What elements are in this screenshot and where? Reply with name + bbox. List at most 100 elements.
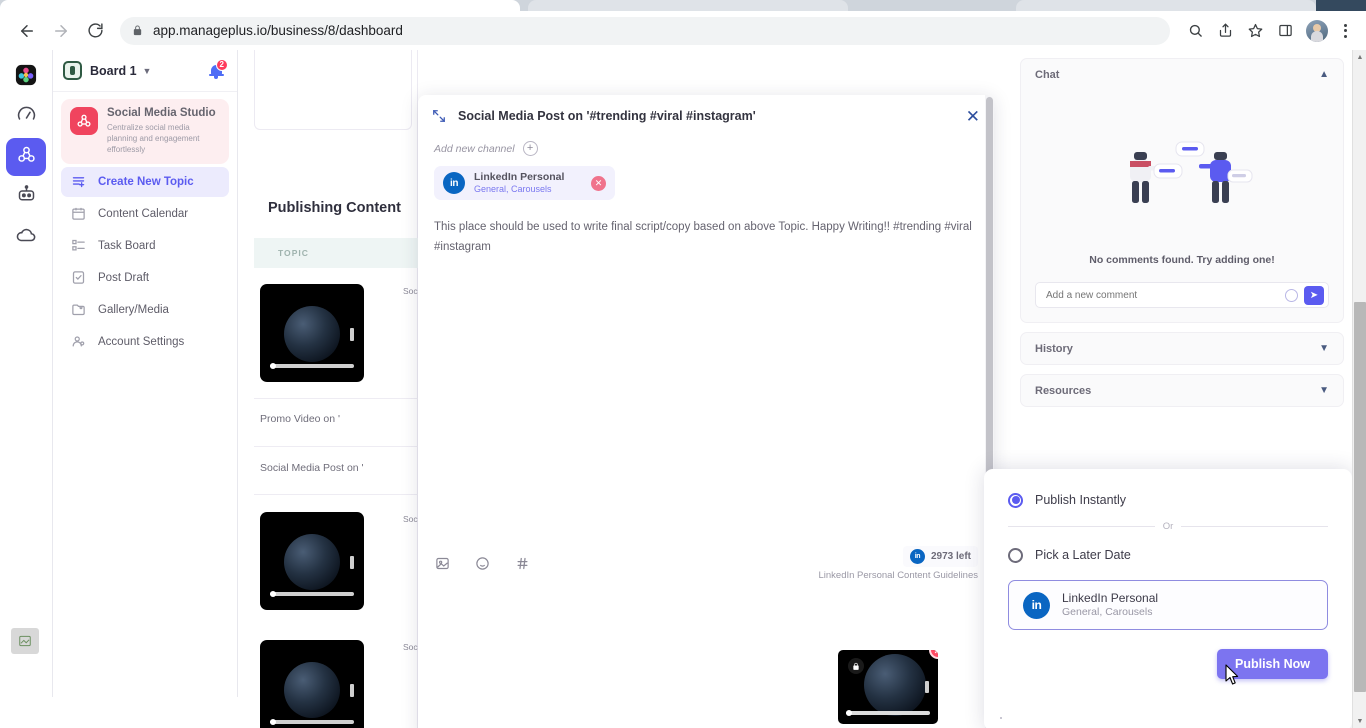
popover-channel-linkedin[interactable]: in LinkedIn Personal General, Carousels xyxy=(1008,580,1328,630)
close-icon[interactable]: ✕ xyxy=(966,108,980,125)
page-scrollbar-thumb[interactable] xyxy=(1354,302,1366,692)
send-icon[interactable]: ➤ xyxy=(1304,285,1324,305)
sidebar-item-label: Create New Topic xyxy=(98,175,194,188)
star-icon[interactable] xyxy=(1240,16,1270,46)
scrollbar-up-arrow-icon[interactable]: ▲ xyxy=(1353,50,1366,64)
video-thumbnail[interactable] xyxy=(260,284,364,382)
side-panel-icon[interactable] xyxy=(1270,16,1300,46)
chevron-up-icon[interactable]: ▲ xyxy=(1319,69,1329,80)
sidebar-item-account-settings[interactable]: Account Settings xyxy=(61,327,229,357)
emoji-icon[interactable] xyxy=(1285,288,1298,302)
modal-header: Social Media Post on '#trending #viral #… xyxy=(418,95,994,137)
chat-body: No comments found. Try adding one! ➤ xyxy=(1021,90,1343,322)
post-editor-body[interactable]: This place should be used to write final… xyxy=(418,200,994,257)
image-icon[interactable] xyxy=(434,555,450,571)
rail-item-app-logo[interactable] xyxy=(6,58,46,96)
editor-toolbar: in 2973 left LinkedIn Personal Content G… xyxy=(434,546,978,581)
hashtag-icon[interactable] xyxy=(514,555,530,571)
channel-selector-area: Add new channel + in LinkedIn Personal G… xyxy=(418,137,994,200)
page-scrollbar[interactable]: ▲ ▼ xyxy=(1352,50,1366,728)
channel-chip-linkedin[interactable]: in LinkedIn Personal General, Carousels … xyxy=(434,166,615,200)
rail-item-analytics[interactable] xyxy=(6,178,46,216)
video-progress-bar xyxy=(270,591,354,597)
expand-arrows-icon[interactable] xyxy=(432,109,446,123)
topic-row-label[interactable]: Promo Video on ' xyxy=(260,413,340,425)
video-progress-bar xyxy=(270,363,354,369)
row-tag: Soc xyxy=(403,642,418,652)
reload-icon[interactable] xyxy=(78,14,112,48)
remove-circle-icon[interactable]: ✕ xyxy=(591,175,606,191)
radio-unselected-icon xyxy=(1008,547,1023,563)
sidebar-item-create-new-topic[interactable]: Create New Topic xyxy=(61,166,229,197)
browser-toolbar: app.manageplus.io/business/8/dashboard xyxy=(0,11,1366,50)
chevron-down-icon[interactable]: ▼ xyxy=(143,66,152,76)
history-accordion-header[interactable]: History ▼ xyxy=(1021,333,1343,364)
resources-accordion-header[interactable]: Resources ▼ xyxy=(1021,375,1343,406)
list-plus-icon xyxy=(70,173,87,190)
history-accordion: History ▼ xyxy=(1020,332,1344,365)
back-icon[interactable] xyxy=(10,14,44,48)
profile-avatar-icon[interactable] xyxy=(1306,19,1328,42)
topic-row-label[interactable]: Social Media Post on ' xyxy=(260,462,364,474)
notification-button[interactable]: 2 xyxy=(205,58,228,82)
browser-tabstrip xyxy=(0,0,1366,11)
publish-options-popover: Publish Instantly Or Pick a Later Date i… xyxy=(984,469,1352,728)
video-progress-bar xyxy=(846,710,930,716)
remove-circle-icon[interactable]: ✕ xyxy=(929,650,938,659)
sidebar-item-content-calendar[interactable]: Content Calendar xyxy=(61,199,229,229)
address-bar-url: app.manageplus.io/business/8/dashboard xyxy=(153,23,403,38)
add-new-channel-row[interactable]: Add new channel + xyxy=(434,141,978,156)
comment-input[interactable] xyxy=(1046,289,1285,301)
browser-toolbar-right xyxy=(1180,16,1366,46)
sidebar-item-label: Gallery/Media xyxy=(98,303,169,316)
board-header[interactable]: Board 1 ▼ 2 xyxy=(53,50,237,92)
radio-publish-instantly[interactable]: Publish Instantly xyxy=(1008,487,1328,513)
chevron-down-icon[interactable]: ▼ xyxy=(1319,343,1329,354)
video-side-button-icon xyxy=(350,556,354,569)
studio-title: Social Media Studio xyxy=(107,107,216,119)
content-top-card xyxy=(254,50,412,130)
sidebar-item-label: Account Settings xyxy=(98,335,185,348)
scrollbar-down-arrow-icon[interactable]: ▼ xyxy=(1353,714,1366,728)
browser-tab-3[interactable] xyxy=(1016,0,1316,11)
channel-name: LinkedIn Personal xyxy=(474,170,565,183)
radio-pick-later-date[interactable]: Pick a Later Date xyxy=(1008,542,1328,568)
browser-tab-2[interactable] xyxy=(528,0,848,11)
rail-item-social-media-studio[interactable] xyxy=(6,138,46,176)
publish-now-button[interactable]: Publish Now xyxy=(1217,649,1328,679)
cloud-icon xyxy=(15,224,37,251)
planet-graphic xyxy=(284,534,340,590)
rail-item-storage[interactable] xyxy=(6,218,46,256)
address-bar[interactable]: app.manageplus.io/business/8/dashboard xyxy=(120,16,1170,45)
studio-card[interactable]: Social Media Studio Centralize social me… xyxy=(61,99,229,164)
video-thumbnail[interactable] xyxy=(260,512,364,610)
chevron-down-icon[interactable]: ▼ xyxy=(1319,385,1329,396)
rail-item-dashboard[interactable] xyxy=(6,98,46,136)
chat-accordion: Chat ▲ No comments found. Try adding one… xyxy=(1020,58,1344,323)
page-viewport: Board 1 ▼ 2 Social Media Studio Centrali… xyxy=(0,50,1352,728)
video-thumbnail[interactable] xyxy=(260,640,364,728)
chat-accordion-header[interactable]: Chat ▲ xyxy=(1021,59,1343,90)
chat-empty-message: No comments found. Try adding one! xyxy=(1089,254,1275,266)
planet-graphic xyxy=(864,654,926,716)
browser-tab-active[interactable] xyxy=(0,0,520,11)
page-title: Publishing Content xyxy=(268,200,401,216)
browser-chrome: app.manageplus.io/business/8/dashboard xyxy=(0,0,1366,50)
forward-icon[interactable] xyxy=(44,14,78,48)
emoji-icon[interactable] xyxy=(474,555,490,571)
content-guidelines-link[interactable]: LinkedIn Personal Content Guidelines xyxy=(819,570,979,581)
sidebar-item-post-draft[interactable]: Post Draft xyxy=(61,263,229,293)
search-icon[interactable] xyxy=(1180,16,1210,46)
post-editor-text[interactable]: This place should be used to write final… xyxy=(434,218,978,257)
attached-video-thumbnail[interactable]: ✕ xyxy=(838,650,938,724)
plus-circle-icon[interactable]: + xyxy=(522,141,538,156)
comment-input-box[interactable]: ➤ xyxy=(1035,282,1329,308)
three-dot-menu-icon[interactable] xyxy=(1334,16,1356,46)
modal-title: Social Media Post on '#trending #viral #… xyxy=(458,109,756,123)
gallery-image-icon xyxy=(70,301,87,318)
sidebar-item-gallery-media[interactable]: Gallery/Media xyxy=(61,295,229,325)
share-icon[interactable] xyxy=(1210,16,1240,46)
broken-image-icon xyxy=(11,628,39,654)
sidebar-item-task-board[interactable]: Task Board xyxy=(61,231,229,261)
modal-scrollbar-thumb[interactable] xyxy=(986,97,993,512)
